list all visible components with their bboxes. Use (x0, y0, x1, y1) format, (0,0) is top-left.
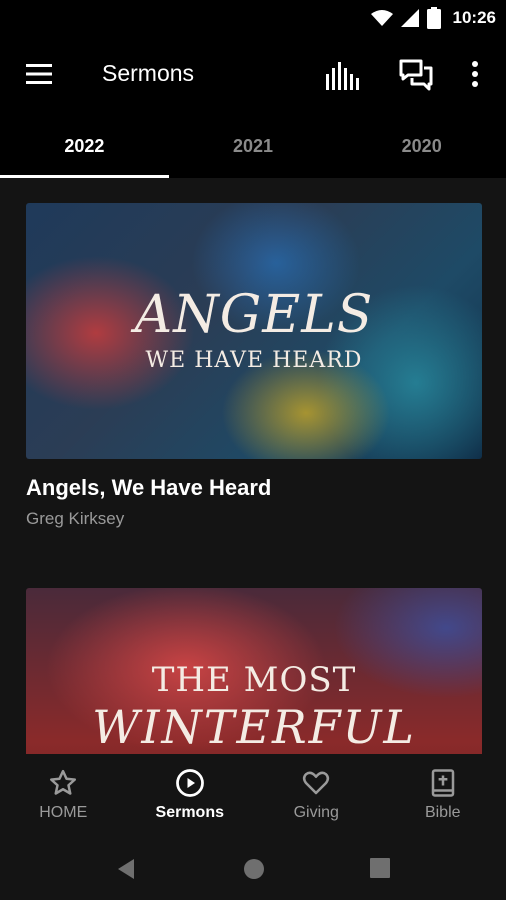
equalizer-icon (326, 62, 359, 90)
sermon-list: ANGELS WE HAVE HEARD Angels, We Have Hea… (0, 178, 506, 754)
bottom-navigation: HOME Sermons Giving Bible (0, 754, 506, 846)
artwork-title: THE MOST (151, 660, 357, 700)
system-navigation (0, 846, 506, 900)
artwork-subtitle: WINTERFUL (92, 700, 416, 754)
wifi-icon (370, 10, 393, 26)
more-options-button[interactable] (464, 58, 486, 92)
status-icons: 10:26 (370, 6, 496, 30)
tab-2022[interactable]: 2022 (0, 114, 169, 178)
heart-icon (303, 771, 330, 795)
more-vert-icon (472, 61, 478, 87)
nav-bible-label: Bible (424, 804, 461, 821)
nav-home-label: HOME (39, 804, 88, 821)
year-tabs: 2022 2021 2020 (0, 114, 506, 178)
sermon-speaker: Greg Kirksey (26, 509, 125, 528)
sermon-card[interactable]: ANGELS WE HAVE HEARD Angels, We Have Hea… (26, 203, 482, 529)
cell-signal-icon (400, 9, 419, 27)
tab-2021[interactable]: 2021 (169, 114, 338, 178)
app-bar: Sermons (0, 38, 506, 114)
nav-sermons-label: Sermons (155, 804, 224, 821)
battery-icon (426, 7, 441, 29)
recents-icon[interactable] (370, 858, 390, 878)
sermon-artwork[interactable]: THE MOST WINTERFUL (26, 588, 482, 754)
star-icon (50, 769, 77, 795)
tab-2020[interactable]: 2020 (337, 114, 506, 178)
nav-giving-label: Giving (293, 804, 339, 821)
nav-home[interactable]: HOME (0, 754, 127, 846)
menu-button[interactable] (24, 62, 56, 90)
nav-sermons[interactable]: Sermons (127, 754, 254, 846)
sermon-title[interactable]: Angels, We Have Heard (26, 475, 482, 501)
sermon-card[interactable]: THE MOST WINTERFUL (26, 588, 482, 754)
artwork-title: ANGELS (134, 285, 374, 345)
artwork-subtitle: WE HAVE HEARD (145, 348, 363, 373)
chat-button[interactable] (398, 58, 436, 92)
bible-icon (431, 769, 454, 797)
page-title: Sermons (102, 60, 195, 86)
audio-button[interactable] (324, 60, 362, 90)
menu-icon (26, 64, 52, 84)
sermon-artwork[interactable]: ANGELS WE HAVE HEARD (26, 203, 482, 459)
status-time: 10:26 (452, 8, 496, 27)
nav-giving[interactable]: Giving (253, 754, 380, 846)
play-circle-icon (175, 769, 204, 797)
home-icon[interactable] (243, 858, 265, 880)
back-icon[interactable] (116, 858, 136, 880)
nav-bible[interactable]: Bible (380, 754, 506, 846)
status-bar: 10:26 (0, 0, 506, 38)
chat-icon (399, 59, 433, 91)
